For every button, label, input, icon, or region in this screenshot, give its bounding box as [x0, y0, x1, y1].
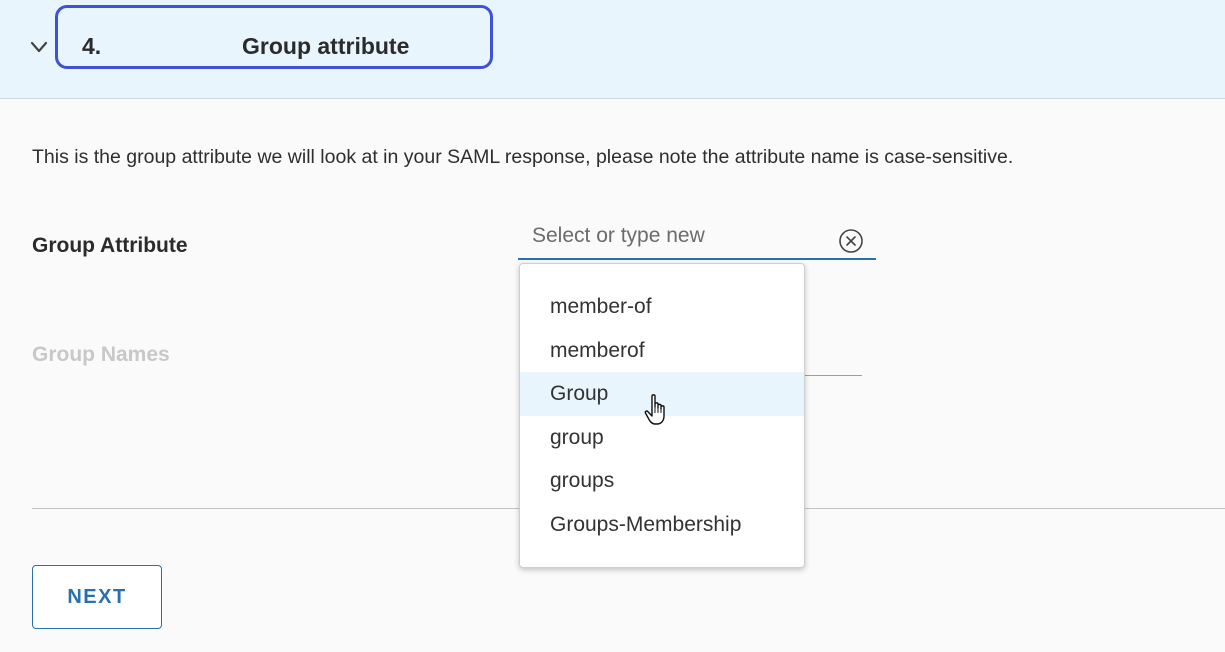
dropdown-options-list: member-of memberof Group group groups Gr… — [520, 264, 804, 546]
group-attribute-input[interactable] — [532, 224, 832, 248]
dropdown-option-groups-membership[interactable]: Groups-Membership — [520, 503, 804, 547]
group-attribute-label: Group Attribute — [32, 234, 188, 257]
step-header[interactable]: 4. Group attribute — [0, 0, 1225, 99]
dropdown-option-memberof[interactable]: memberof — [520, 329, 804, 373]
group-attribute-combobox[interactable] — [518, 220, 876, 260]
step-number: 4. — [82, 33, 102, 59]
next-button[interactable]: NEXT — [32, 565, 162, 629]
step-description: This is the group attribute we will look… — [32, 146, 1014, 168]
clear-icon[interactable] — [838, 228, 864, 254]
group-names-field[interactable] — [800, 375, 862, 376]
dropdown-option-group[interactable]: group — [520, 416, 804, 460]
dropdown-option-group-capitalized[interactable]: Group — [520, 372, 804, 416]
dropdown-option-groups[interactable]: groups — [520, 459, 804, 503]
dropdown-option-member-of[interactable]: member-of — [520, 285, 804, 329]
step-title: Group attribute — [242, 33, 410, 59]
group-attribute-dropdown[interactable]: member-of memberof Group group groups Gr… — [519, 263, 805, 568]
group-names-label: Group Names — [32, 343, 170, 366]
chevron-down-icon[interactable] — [29, 37, 49, 57]
